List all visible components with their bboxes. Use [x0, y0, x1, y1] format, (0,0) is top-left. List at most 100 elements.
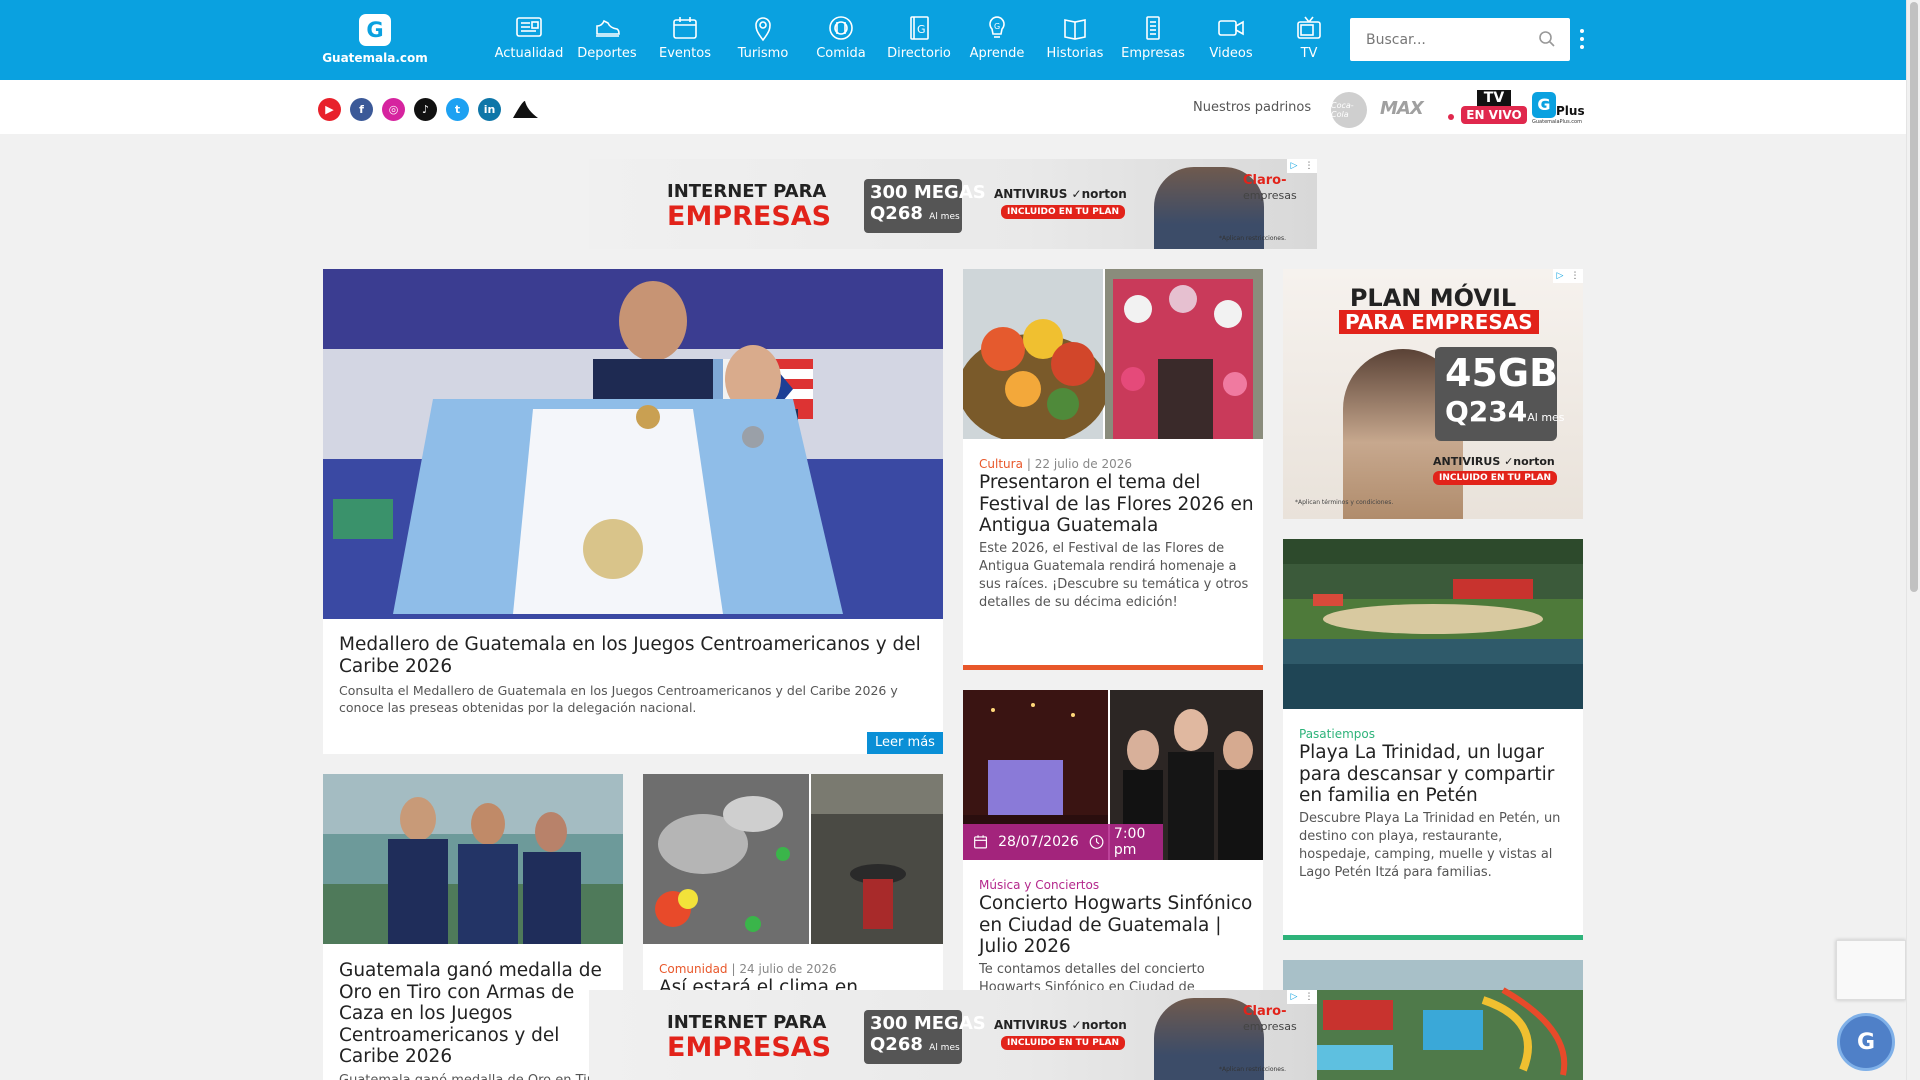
category-accent-bar: [963, 665, 1263, 670]
svg-text:G: G: [994, 22, 1000, 31]
logo-text: Guatemala.com: [322, 51, 428, 65]
directory-book-icon: G: [910, 16, 929, 40]
live-dot: [1448, 114, 1454, 120]
event-date: 28/07/2026: [998, 834, 1079, 850]
search-icon[interactable]: [1538, 30, 1556, 48]
ad-megas: 300 MEGAS: [870, 182, 986, 203]
nav-label: Eventos: [659, 46, 711, 61]
article-card-flores[interactable]: Cultura | 22 julio de 2026 Presentaron el…: [963, 269, 1263, 670]
nav-item-actualidad[interactable]: Actualidad: [490, 14, 568, 66]
ad-incluido: INCLUIDO EN TU PLAN: [1001, 205, 1126, 219]
nav-label: Aprende: [969, 46, 1025, 61]
read-more-button[interactable]: Leer más: [867, 732, 943, 754]
featured-article-card[interactable]: Medallero de Guatemala en los Juegos Cen…: [323, 269, 943, 754]
article-category[interactable]: Comunidad: [659, 962, 728, 976]
gplus-logo[interactable]: G Plus GuatemalaPlus.com: [1532, 92, 1590, 128]
article-card-tiro[interactable]: Guatemala ganó medalla de Oro en Tiro co…: [323, 774, 623, 1080]
page-scrollbar[interactable]: [1906, 0, 1920, 1080]
scrollbar-thumb[interactable]: [1910, 2, 1918, 592]
nav-item-empresas[interactable]: Empresas: [1114, 14, 1192, 66]
article-image-clima: [643, 774, 943, 944]
stories-book-icon: [1064, 19, 1086, 40]
article-description: Este 2026, el Festival de las Flores de …: [979, 541, 1249, 610]
featured-article-description: Consulta el Medallero de Guatemala en lo…: [339, 683, 898, 715]
linkedin-icon[interactable]: in: [478, 98, 501, 121]
top-navigation-bar: G Guatemala.com Actualidad Deportes Even…: [0, 0, 1906, 80]
ad-price-unit: Al mes: [929, 1043, 960, 1053]
ad-side-gb: 45GB: [1445, 351, 1559, 395]
sneaker-icon: [596, 19, 620, 37]
nav-item-turismo[interactable]: Turismo: [724, 14, 802, 66]
ad-brand: Claro-: [1243, 1004, 1287, 1019]
lightbulb-icon: G: [989, 16, 1005, 38]
coca-cola-logo[interactable]: Coca-Cola: [1331, 92, 1367, 128]
youtube-icon[interactable]: ▶: [318, 98, 341, 121]
ad-line1: INTERNET PARA: [667, 181, 827, 202]
svg-text:G: G: [917, 23, 926, 36]
floating-g-button[interactable]: G: [1837, 1013, 1895, 1071]
article-title[interactable]: Guatemala ganó medalla de Oro en Tiro co…: [339, 960, 621, 1068]
shark-fin-icon[interactable]: [510, 98, 540, 122]
article-image-flores: [963, 269, 1263, 439]
nav-item-aprende[interactable]: G Aprende: [958, 14, 1036, 66]
main-nav: Actualidad Deportes Eventos Turismo Comi…: [490, 14, 1348, 66]
ad-megas-box: 300 MEGAS Q268 Al mes: [864, 1010, 986, 1064]
nav-item-deportes[interactable]: Deportes: [568, 14, 646, 66]
site-logo[interactable]: G Guatemala.com: [320, 14, 430, 70]
event-category[interactable]: Música y Conciertos: [979, 878, 1099, 892]
nav-item-historias[interactable]: Historias: [1036, 14, 1114, 66]
article-card-trinidad[interactable]: Pasatiempos Playa La Trinidad, un lugar …: [1283, 539, 1583, 940]
more-options-icon[interactable]: [1577, 26, 1587, 52]
nav-label: TV: [1300, 46, 1318, 61]
ad-brand-sub: empresas: [1243, 1020, 1297, 1033]
featured-photo-illustration: [323, 269, 943, 619]
event-date-overlay: 28/07/2026 7:00 pm: [963, 824, 1163, 860]
nav-item-videos[interactable]: Videos: [1192, 14, 1270, 66]
article-category[interactable]: Pasatiempos: [1299, 727, 1375, 741]
featured-article-title[interactable]: Medallero de Guatemala en los Juegos Cen…: [339, 634, 929, 677]
featured-article-image: [323, 269, 943, 619]
article-image-tiro: [323, 774, 623, 944]
article-description: Guatemala ganó medalla de Oro en Tiro c: [339, 1072, 621, 1080]
ad-price: Q268: [870, 1034, 923, 1055]
tiktok-icon[interactable]: ♪: [414, 98, 437, 121]
instagram-icon[interactable]: ◎: [382, 98, 405, 121]
ad-price: Q268: [870, 203, 923, 224]
recaptcha-badge[interactable]: [1836, 940, 1906, 1000]
nav-label: Empresas: [1121, 46, 1185, 61]
ad-side-plan-movil[interactable]: PLAN MÓVIL PARA EMPRESAS 45GB Q234Al mes…: [1283, 269, 1583, 519]
clock-icon: [1089, 835, 1104, 849]
ad-banner-top[interactable]: INTERNET PARA EMPRESAS 300 MEGAS Q268 Al…: [589, 159, 1317, 249]
article-card-waterpark[interactable]: [1283, 960, 1583, 1080]
nav-item-comida[interactable]: Comida: [802, 14, 880, 66]
adchoices-icon[interactable]: ▷ ⋮: [1287, 990, 1317, 1004]
nav-item-eventos[interactable]: Eventos: [646, 14, 724, 66]
ad-side-line2: PARA EMPRESAS: [1339, 310, 1539, 334]
category-accent-bar: [1283, 935, 1583, 940]
calendar-icon: [673, 17, 697, 39]
facebook-icon[interactable]: f: [350, 98, 373, 121]
article-category[interactable]: Cultura: [979, 457, 1023, 471]
twitter-icon[interactable]: t: [446, 98, 469, 121]
article-description: Descubre Playa La Trinidad en Petén, un …: [1299, 811, 1561, 880]
max-logo[interactable]: MAX: [1380, 98, 1424, 119]
sponsors-label: Nuestros padrinos: [1193, 100, 1312, 115]
search-input[interactable]: [1350, 18, 1520, 61]
ad-antivirus: ANTIVIRUS ✓norton: [994, 1018, 1127, 1032]
article-title[interactable]: Presentaron el tema del Festival de las …: [979, 472, 1254, 537]
adchoices-icon[interactable]: ▷ ⋮: [1553, 269, 1583, 283]
ad-side-price-unit: Al mes: [1527, 411, 1565, 424]
nav-label: Videos: [1209, 46, 1253, 61]
event-title[interactable]: Concierto Hogwarts Sinfónico en Ciudad d…: [979, 893, 1254, 958]
ad-price-unit: Al mes: [929, 212, 960, 222]
tv-en-vivo-button[interactable]: TV EN VIVO: [1461, 90, 1527, 126]
plate-cutlery-icon: [829, 16, 853, 40]
ad-banner-sticky-bottom[interactable]: INTERNET PARA EMPRESAS 300 MEGAS Q268 Al…: [589, 990, 1317, 1080]
adchoices-icon[interactable]: ▷ ⋮: [1287, 159, 1317, 173]
event-image-hogwarts: 28/07/2026 7:00 pm: [963, 690, 1263, 860]
nav-item-directorio[interactable]: G Directorio: [880, 14, 958, 66]
ad-brand-sub: empresas: [1243, 189, 1297, 202]
gplus-text: Plus: [1556, 104, 1585, 118]
nav-item-tv[interactable]: TV: [1270, 14, 1348, 66]
article-title[interactable]: Playa La Trinidad, un lugar para descans…: [1299, 742, 1574, 807]
